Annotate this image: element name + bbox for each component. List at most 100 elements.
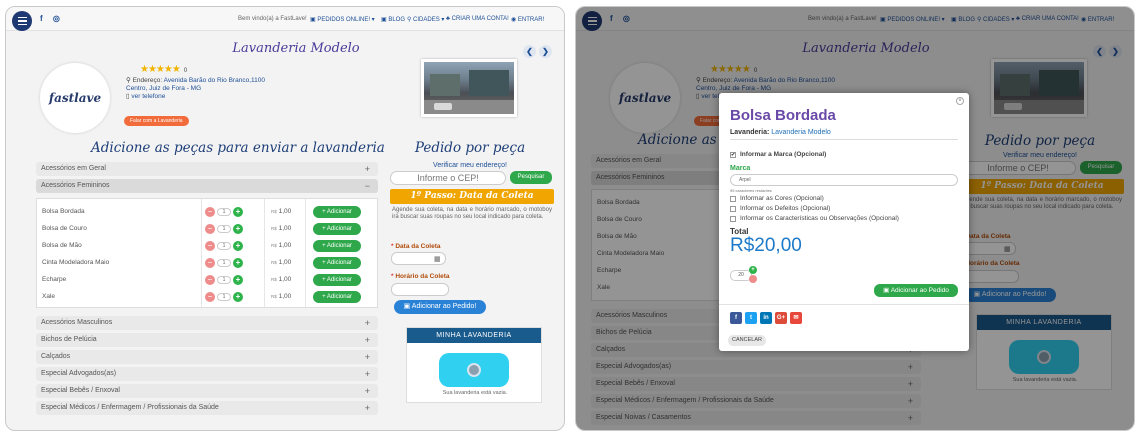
item-name: Cinta Modeladora Maio xyxy=(42,259,110,266)
add-item-button[interactable]: + Adicionar xyxy=(313,223,361,235)
items-list: Bolsa Bordada −1 + R$ 1,00 + Adicionar Bolsa … xyxy=(36,198,378,308)
address-label: Endereço: xyxy=(132,77,163,84)
add-item-button[interactable]: + Adicionar xyxy=(313,291,361,303)
checkbox-caracteristicas[interactable]: Informar os Características ou Observaçõ… xyxy=(730,215,899,222)
modal-add-button[interactable]: ▣ Adicionar ao Pedido xyxy=(874,284,958,297)
time-input[interactable] xyxy=(391,283,449,296)
minus-icon[interactable]: − xyxy=(205,275,215,285)
checkbox-icon[interactable] xyxy=(730,195,736,202)
facebook-icon[interactable]: f xyxy=(730,312,742,324)
category-acessorios-geral[interactable]: Acessórios em Geral + xyxy=(36,162,378,176)
qty-stepper: −1 + xyxy=(205,258,243,268)
category-item[interactable]: Acessórios Masculinos + xyxy=(36,316,378,330)
twitter-icon[interactable]: t xyxy=(745,312,757,324)
minus-icon[interactable]: − xyxy=(205,258,215,268)
lavanderia-name[interactable]: Lavanderia Modelo xyxy=(771,129,831,136)
checkbox-icon[interactable] xyxy=(730,215,736,222)
minus-icon[interactable]: − xyxy=(205,224,215,234)
qty-input[interactable]: 1 xyxy=(217,208,231,216)
plus-icon: + xyxy=(364,352,370,362)
verify-address-link[interactable]: Verificar meu endereço! xyxy=(388,162,552,169)
minus-icon[interactable]: − xyxy=(205,207,215,217)
price-value: 1,00 xyxy=(278,276,292,283)
checkbox-defeitos-label: Informar os Defeitos (Opcional) xyxy=(740,205,831,212)
nav-cidades[interactable]: ⚲ CIDADES ▾ xyxy=(407,16,444,23)
qty-input[interactable]: 1 xyxy=(217,259,231,267)
item-name: Bolsa Bordada xyxy=(42,208,85,215)
item-price: R$ 1,00 xyxy=(271,254,291,272)
qty-input[interactable]: 1 xyxy=(217,225,231,233)
item-price: R$ 1,00 xyxy=(271,203,291,221)
checkbox-icon[interactable] xyxy=(730,205,736,212)
plus-icon: + xyxy=(364,386,370,396)
price-value: 1,00 xyxy=(278,293,292,300)
plus-icon: + xyxy=(364,403,370,413)
plus-icon[interactable]: + xyxy=(233,207,243,217)
checkbox-defeitos[interactable]: Informar os Defeitos (Opcional) xyxy=(730,205,830,212)
checkbox-caracteristicas-label: Informar os Características ou Observaçõ… xyxy=(740,215,899,222)
plus-icon[interactable]: + xyxy=(233,292,243,302)
nav-pedidos[interactable]: ▣ PEDIDOS ONLINE! ▾ xyxy=(310,16,375,23)
checkbox-marca[interactable]: ✔ Informar a Marca (Opcional) xyxy=(730,151,826,158)
modal-lavanderia: Lavanderia: Lavanderia Modelo xyxy=(730,129,831,136)
phone-link[interactable]: ver telefone xyxy=(131,93,165,100)
plus-icon: + xyxy=(364,164,370,174)
category-item[interactable]: Especial Bebês / Enxoval + xyxy=(36,384,378,398)
add-item-button[interactable]: + Adicionar xyxy=(313,206,361,218)
plus-icon[interactable]: + xyxy=(233,224,243,234)
plus-icon[interactable]: + xyxy=(233,275,243,285)
talk-button[interactable]: Falar com a Lavanderia xyxy=(124,116,189,126)
plus-icon: + xyxy=(364,369,370,379)
item-row: Cinta Modeladora Maio −1 + R$ 1,00 + Adicion… xyxy=(37,254,377,272)
category-item[interactable]: Especial Médicos / Enfermagem / Profissi… xyxy=(36,401,378,415)
nav-blog[interactable]: ▣ BLOG xyxy=(381,16,405,23)
item-row: Xale −1 + R$ 1,00 + Adicionar xyxy=(37,288,377,306)
category-item[interactable]: Especial Advogados(as) + xyxy=(36,367,378,381)
checkbox-checked-icon[interactable]: ✔ xyxy=(730,151,736,158)
qty-stepper: −1 + xyxy=(205,241,243,251)
welcome-text: Bem vindo(a) a FastLave! xyxy=(238,16,307,22)
checkbox-cores[interactable]: Informar as Cores (Opcional) xyxy=(730,195,824,202)
qty-input[interactable]: 1 xyxy=(217,276,231,284)
calendar-icon[interactable]: ▦ xyxy=(434,255,441,263)
item-row: Bolsa de Couro −1 + R$ 1,00 + Adicionar xyxy=(37,220,377,238)
plus-icon[interactable]: + xyxy=(233,258,243,268)
item-row: Bolsa de Mão −1 + R$ 1,00 + Adicionar xyxy=(37,237,377,255)
marca-input[interactable]: Arpel xyxy=(730,174,958,186)
nav-criar-conta[interactable]: ♣ CRIAR UMA CONTA! xyxy=(446,16,509,22)
add-item-button[interactable]: + Adicionar xyxy=(313,240,361,252)
modal-add-label: Adicionar ao Pedido xyxy=(890,287,949,294)
minus-icon[interactable]: − xyxy=(205,241,215,251)
social-icons[interactable]: f ◎ xyxy=(40,14,64,23)
google-plus-icon[interactable]: G+ xyxy=(775,312,787,324)
store-info: ⚲ Endereço: Avenida Barão do Rio Branco,… xyxy=(126,77,265,100)
share-buttons: f t in G+ ✉ xyxy=(730,312,802,324)
linkedin-icon[interactable]: in xyxy=(760,312,772,324)
qty-input[interactable]: 1 xyxy=(217,293,231,301)
category-label: Especial Bebês / Enxoval xyxy=(41,387,120,394)
date-input[interactable]: ▦ xyxy=(391,252,446,265)
cep-input[interactable]: Informe o CEP! xyxy=(390,171,506,185)
menu-burger-icon[interactable] xyxy=(12,11,32,31)
category-acessorios-femininos[interactable]: Acessórios Femininos − xyxy=(36,179,378,193)
currency: R$ xyxy=(271,226,277,231)
add-item-button[interactable]: + Adicionar xyxy=(313,257,361,269)
add-to-order-label: Adicionar ao Pedido! xyxy=(411,303,477,310)
search-button[interactable]: Pesquisar xyxy=(510,171,552,184)
qty-input[interactable]: 1 xyxy=(217,242,231,250)
qty-plus-icon[interactable]: + xyxy=(749,266,757,274)
next-arrow-icon[interactable]: ❯ xyxy=(539,45,552,58)
qty-minus-icon[interactable] xyxy=(749,275,757,283)
category-item[interactable]: Calçados + xyxy=(36,350,378,364)
minus-icon[interactable]: − xyxy=(205,292,215,302)
cancel-button[interactable]: CANCELAR xyxy=(728,335,766,346)
add-to-order-button[interactable]: ▣ Adicionar ao Pedido! xyxy=(394,300,486,314)
schedule-description: Agende sua coleta, na data e horário mar… xyxy=(392,207,552,220)
email-icon[interactable]: ✉ xyxy=(790,312,802,324)
add-item-button[interactable]: + Adicionar xyxy=(313,274,361,286)
prev-arrow-icon[interactable]: ❮ xyxy=(523,45,536,58)
nav-entrar[interactable]: ◉ ENTRAR! xyxy=(511,16,544,23)
close-icon[interactable]: × xyxy=(956,97,964,105)
plus-icon[interactable]: + xyxy=(233,241,243,251)
category-item[interactable]: Bichos de Pelúcia + xyxy=(36,333,378,347)
